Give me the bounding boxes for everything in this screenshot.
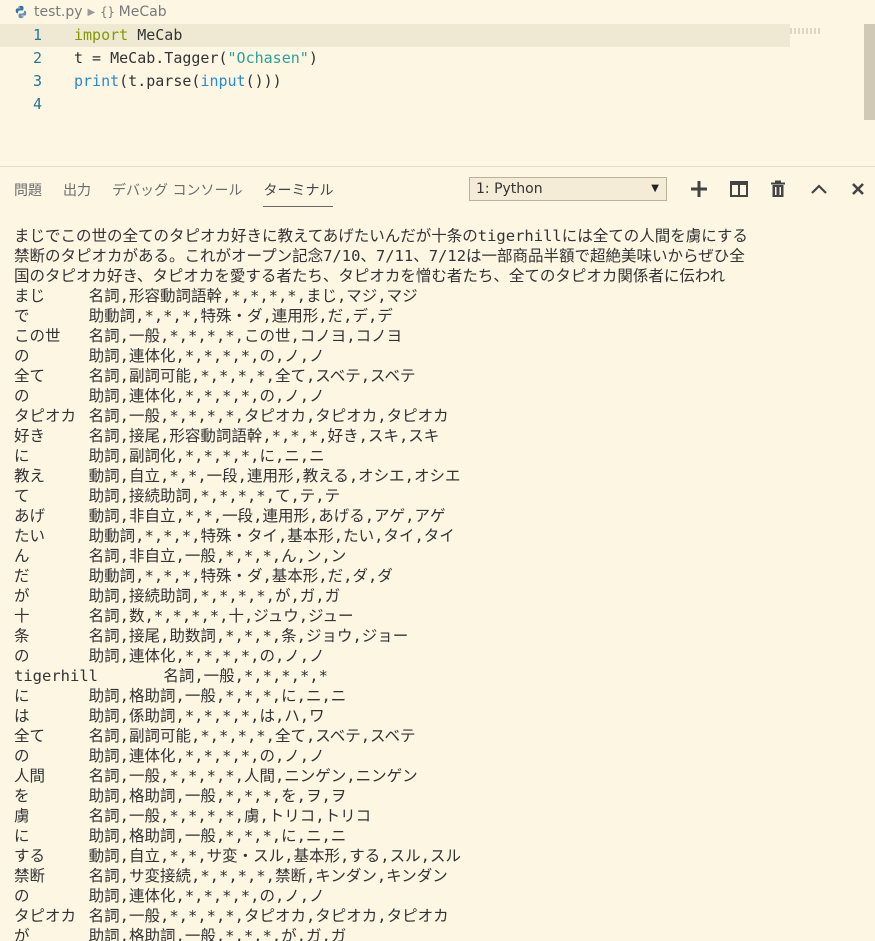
minimap[interactable] (790, 28, 820, 34)
trash-icon[interactable] (768, 179, 788, 199)
code-line[interactable]: 1 import MeCab (0, 24, 790, 47)
terminal-line: タピオカ 名詞,一般,*,*,*,*,タピオカ,タピオカ,タピオカ (14, 907, 449, 925)
terminal-select[interactable]: 1: Python ▼ (469, 177, 667, 201)
terminal-line: 全て 名詞,副詞可能,*,*,*,*,全て,スベテ,スベテ (14, 367, 416, 385)
terminal-line: の 助詞,連体化,*,*,*,*,の,ノ,ノ (14, 747, 325, 765)
terminal-line: が 助詞,接続助詞,*,*,*,*,が,ガ,ガ (14, 587, 341, 605)
line-number: 4 (32, 95, 42, 113)
terminal-line: 十 名詞,数,*,*,*,*,十,ジュウ,ジュー (14, 607, 354, 625)
terminal-line: に 助詞,副詞化,*,*,*,*,に,ニ,ニ (14, 447, 325, 465)
tab-problems[interactable]: 問題 (14, 174, 42, 206)
terminal-line: 国のタピオカ好き、タピオカを愛する者たち、タピオカを憎む者たち、全てのタピオカ関… (14, 267, 726, 285)
terminal-line: で 助動詞,*,*,*,特殊・ダ,連用形,だ,デ,デ (14, 307, 393, 325)
tab-debug-console[interactable]: デバッグ コンソール (112, 174, 242, 206)
code-editor[interactable]: 1 import MeCab 2 t = MeCab.Tagger("Ochas… (0, 24, 875, 166)
keyword-token: import (74, 26, 129, 44)
line-number: 2 (32, 49, 42, 67)
terminal-line: まじ 名詞,形容動詞語幹,*,*,*,*,まじ,マジ,マジ (14, 287, 418, 305)
chevron-up-icon[interactable] (809, 179, 829, 199)
terminal-line: あげ 動詞,非自立,*,*,一段,連用形,あげる,アゲ,アゲ (14, 507, 446, 525)
breadcrumb-symbol[interactable]: MeCab (119, 4, 167, 20)
terminal-line: が 助詞,格助詞,一般,*,*,*,が,ガ,ガ (14, 927, 347, 941)
terminal-output[interactable]: まじでこの世の全てのタピオカ好きに教えてあげたいんだが十条のtigerhillに… (14, 226, 864, 941)
code-line[interactable]: 3 print(t.parse(input())) (0, 70, 790, 93)
terminal-line: 好き 名詞,接尾,形容動詞語幹,*,*,*,好き,スキ,スキ (14, 427, 440, 445)
braces-icon: {} (100, 5, 115, 19)
terminal-line: に 助詞,格助詞,一般,*,*,*,に,ニ,ニ (14, 687, 347, 705)
builtin-token: input (200, 72, 246, 90)
terminal-line: の 助詞,連体化,*,*,*,*,の,ノ,ノ (14, 347, 325, 365)
chevron-right-icon: ▶ (87, 6, 96, 18)
panel-header: 問題 出力 デバッグ コンソール ターミナル 1: Python ▼ (0, 166, 875, 213)
terminal-line: 全て 名詞,副詞可能,*,*,*,*,全て,スベテ,スベテ (14, 727, 416, 745)
terminal-line: の 助詞,連体化,*,*,*,*,の,ノ,ノ (14, 647, 325, 665)
code-token: MeCab (128, 26, 183, 44)
line-number: 1 (32, 26, 42, 44)
terminal-line: の 助詞,連体化,*,*,*,*,の,ノ,ノ (14, 887, 325, 905)
terminal-line: 禁断のタピオカがある。これがオープン記念7/10、7/11、7/12は一部商品半… (14, 247, 745, 265)
python-icon (15, 5, 27, 19)
code-token: ) (308, 49, 318, 67)
terminal-line: する 動詞,自立,*,*,サ変・スル,基本形,する,スル,スル (14, 847, 461, 865)
code-token: t = MeCab.Tagger( (74, 49, 228, 67)
terminal-line: 条 名詞,接尾,助数詞,*,*,*,条,ジョウ,ジョー (14, 627, 409, 645)
terminal-line: は 助詞,係助詞,*,*,*,*,は,ハ,ワ (14, 707, 325, 725)
tab-output[interactable]: 出力 (63, 174, 91, 206)
breadcrumb-file[interactable]: test.py (34, 4, 83, 20)
terminal-line: タピオカ 名詞,一般,*,*,*,*,タピオカ,タピオカ,タピオカ (14, 407, 449, 425)
code-line[interactable]: 4 (0, 93, 790, 116)
terminal-line: tigerhill 名詞,一般,*,*,*,*,* (14, 667, 328, 685)
terminal-line: この世 名詞,一般,*,*,*,*,この世,コノヨ,コノヨ (14, 327, 403, 345)
string-token: "Ochasen" (227, 49, 309, 67)
terminal-line: だ 助動詞,*,*,*,特殊・ダ,基本形,だ,ダ,ダ (14, 567, 393, 585)
terminal-line: の 助詞,連体化,*,*,*,*,の,ノ,ノ (14, 387, 325, 405)
terminal-line: を 助詞,格助詞,一般,*,*,*,を,ヲ,ヲ (14, 787, 347, 805)
builtin-token: print (74, 72, 120, 90)
terminal-line: て 助詞,接続助詞,*,*,*,*,て,テ,テ (14, 487, 341, 505)
close-icon[interactable] (848, 179, 868, 199)
terminal-line: まじでこの世の全てのタピオカ好きに教えてあげたいんだが十条のtigerhillに… (14, 227, 748, 245)
plus-icon[interactable] (689, 179, 709, 199)
terminal-line: 人間 名詞,一般,*,*,*,*,人間,ニンゲン,ニンゲン (14, 767, 418, 785)
editor-scrollbar[interactable] (864, 24, 875, 120)
tab-terminal[interactable]: ターミナル (263, 174, 334, 207)
line-number: 3 (32, 72, 42, 90)
terminal-line: に 助詞,格助詞,一般,*,*,*,に,ニ,ニ (14, 827, 347, 845)
terminal-line: 禁断 名詞,サ変接続,*,*,*,*,禁断,キンダン,キンダン (14, 867, 448, 885)
split-terminal-icon[interactable] (729, 179, 749, 199)
terminal-line: ん 名詞,非自立,一般,*,*,*,ん,ン,ン (14, 547, 347, 565)
terminal-line: たい 助動詞,*,*,*,特殊・タイ,基本形,たい,タイ,タイ (14, 527, 455, 545)
terminal-line: 教え 動詞,自立,*,*,一段,連用形,教える,オシエ,オシエ (14, 467, 461, 485)
terminal-line: 虜 名詞,一般,*,*,*,*,虜,トリコ,トリコ (14, 807, 372, 825)
code-line[interactable]: 2 t = MeCab.Tagger("Ochasen") (0, 47, 790, 70)
code-token: ())) (245, 72, 282, 90)
terminal-select-value: 1: Python (476, 181, 543, 197)
code-token: (t.parse( (119, 72, 201, 90)
breadcrumb: test.py ▶ {} MeCab (0, 0, 875, 24)
caret-down-icon: ▼ (651, 183, 659, 194)
